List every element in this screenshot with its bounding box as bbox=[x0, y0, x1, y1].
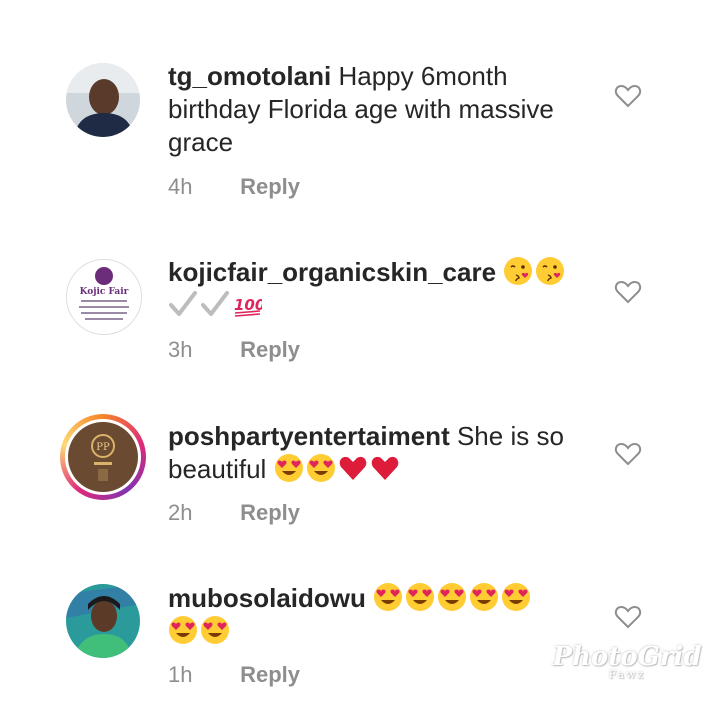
avatar: PP bbox=[68, 422, 138, 492]
comment-timestamp: 1h bbox=[168, 662, 193, 687]
heart-eyes-emoji-icon bbox=[200, 615, 230, 645]
reply-button[interactable]: Reply bbox=[240, 662, 300, 687]
comment-text: kojicfair_organicskin_care bbox=[168, 256, 588, 322]
svg-text:PP: PP bbox=[96, 442, 110, 453]
heart-eyes-emoji-icon bbox=[306, 453, 336, 483]
comment-meta: 2h Reply bbox=[168, 500, 300, 526]
like-heart-icon[interactable] bbox=[614, 279, 642, 305]
comment-timestamp: 4h bbox=[168, 174, 193, 199]
comment-meta: 4h Reply bbox=[168, 174, 300, 200]
heart-eyes-emoji-icon bbox=[437, 582, 467, 612]
like-heart-icon[interactable] bbox=[614, 604, 642, 630]
comment-username[interactable]: poshpartyentertaiment bbox=[168, 421, 450, 451]
avatar-story-ring[interactable]: PP bbox=[60, 414, 146, 500]
avatar[interactable] bbox=[66, 63, 140, 137]
photogrid-watermark: PhotoGrid Fawz bbox=[552, 642, 702, 681]
check-emoji-icon bbox=[168, 289, 198, 319]
like-heart-icon[interactable] bbox=[614, 441, 642, 467]
hundred-emoji-icon bbox=[232, 289, 262, 319]
kissing-heart-emoji-icon bbox=[503, 256, 533, 286]
heart-eyes-emoji-icon bbox=[168, 615, 198, 645]
comment-meta: 1h Reply bbox=[168, 662, 300, 688]
comment-text: poshpartyentertaiment She is so beautifu… bbox=[168, 420, 588, 486]
avatar[interactable] bbox=[66, 584, 140, 658]
heart-eyes-emoji-icon bbox=[469, 582, 499, 612]
comment-text: tg_omotolani Happy 6month birthday Flori… bbox=[168, 60, 588, 159]
comment-meta: 3h Reply bbox=[168, 337, 300, 363]
comment-username[interactable]: mubosolaidowu bbox=[168, 583, 366, 613]
like-heart-icon[interactable] bbox=[614, 83, 642, 109]
check-emoji-icon bbox=[200, 289, 230, 319]
avatar[interactable]: Kojic Fair bbox=[66, 259, 142, 335]
comment-text: mubosolaidowu bbox=[168, 582, 588, 648]
reply-button[interactable]: Reply bbox=[240, 174, 300, 199]
comment-timestamp: 2h bbox=[168, 500, 193, 525]
avatar-brand-text: Kojic Fair bbox=[80, 287, 129, 297]
heart-eyes-emoji-icon bbox=[405, 582, 435, 612]
heart-eyes-emoji-icon bbox=[501, 582, 531, 612]
red-heart-emoji-icon bbox=[338, 453, 368, 483]
red-heart-emoji-icon bbox=[370, 453, 400, 483]
heart-eyes-emoji-icon bbox=[274, 453, 304, 483]
comment-username[interactable]: tg_omotolani bbox=[168, 61, 331, 91]
reply-button[interactable]: Reply bbox=[240, 337, 300, 362]
kissing-heart-emoji-icon bbox=[535, 256, 565, 286]
comment-timestamp: 3h bbox=[168, 337, 193, 362]
reply-button[interactable]: Reply bbox=[240, 500, 300, 525]
heart-eyes-emoji-icon bbox=[373, 582, 403, 612]
comment-username[interactable]: kojicfair_organicskin_care bbox=[168, 257, 496, 287]
